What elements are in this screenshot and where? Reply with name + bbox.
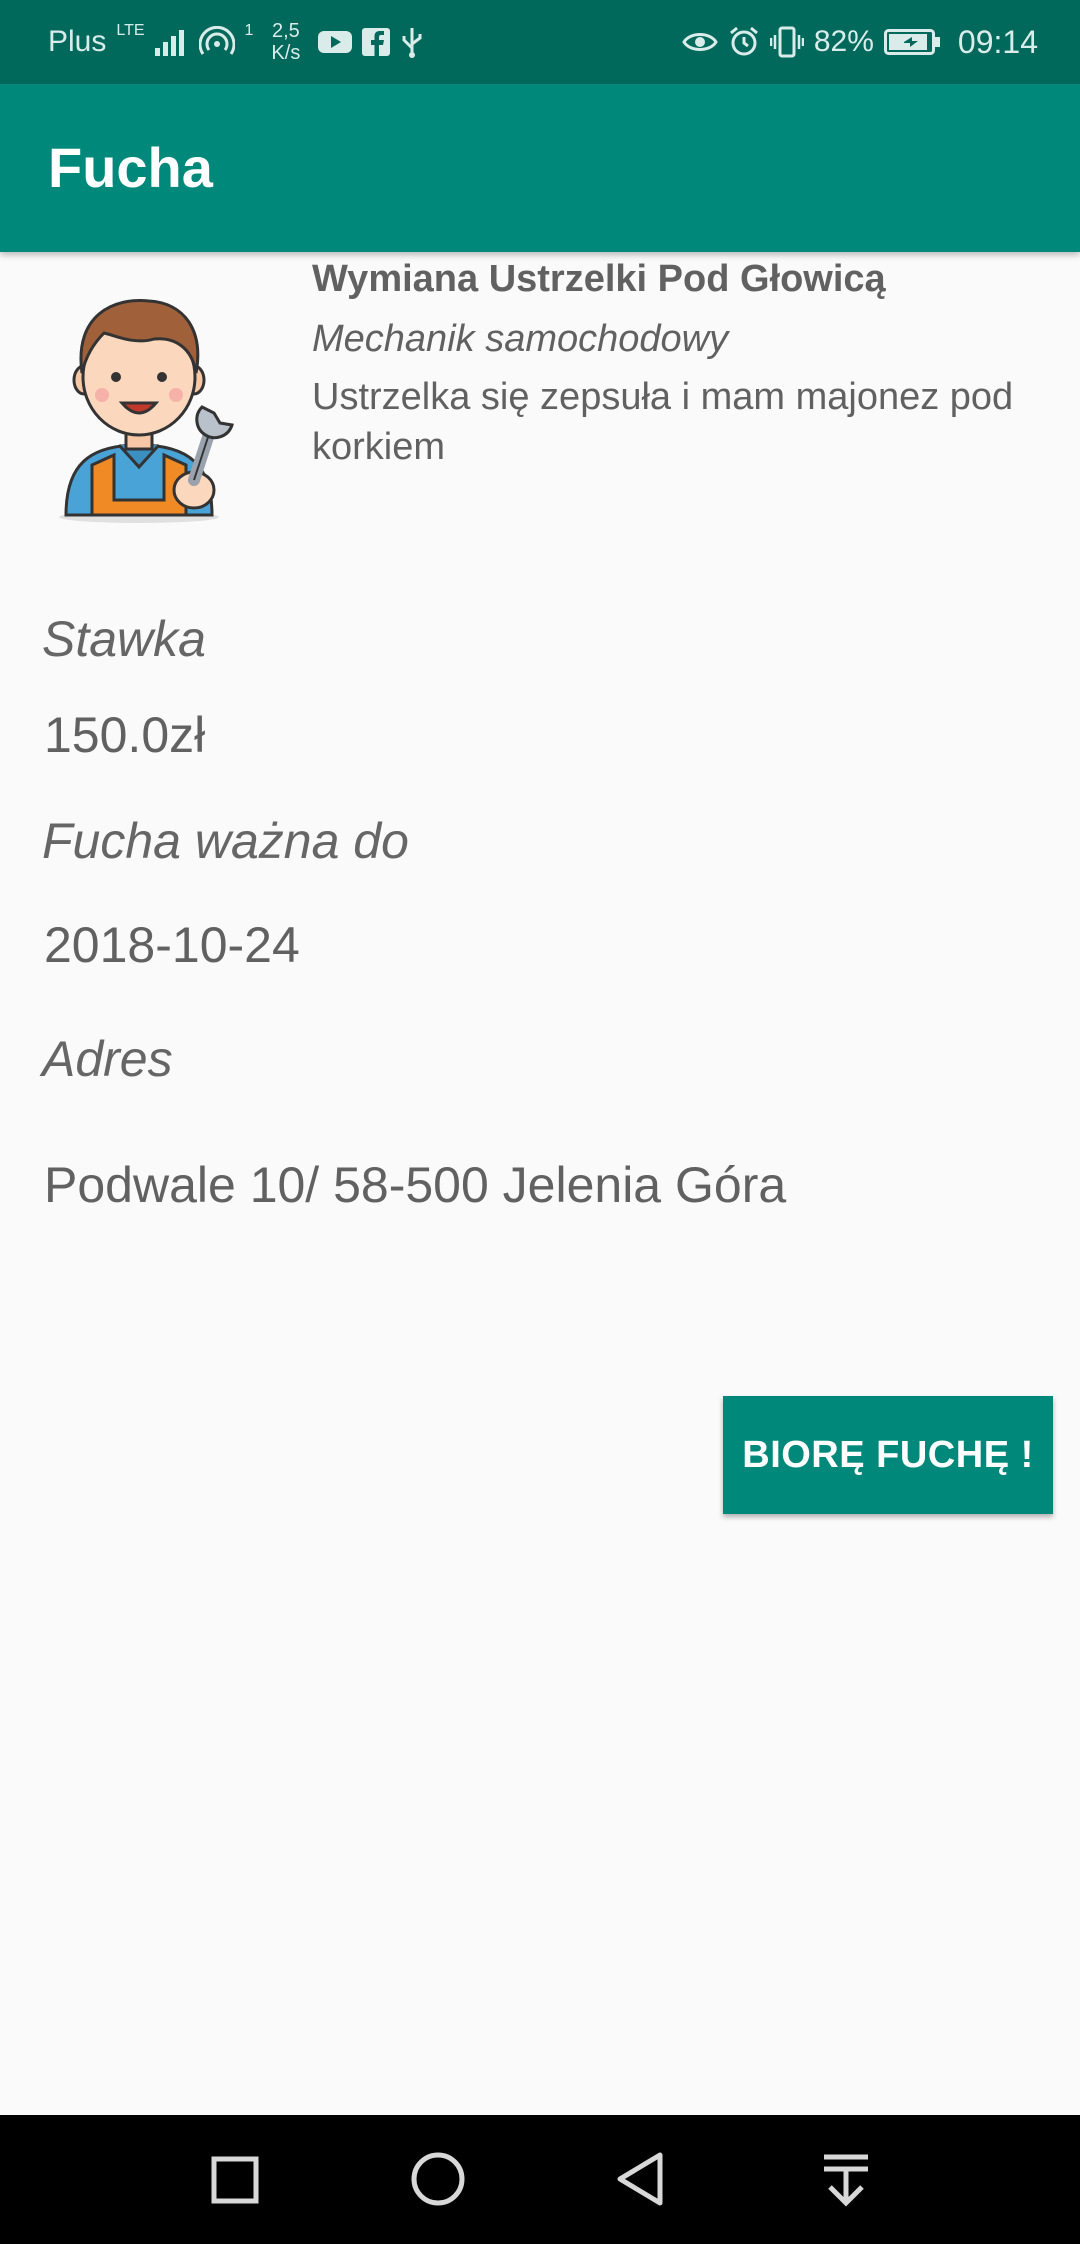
- back-icon[interactable]: [602, 2139, 682, 2219]
- address-label: Adres: [42, 1031, 173, 1087]
- clock: 09:14: [957, 23, 1038, 60]
- hotspot-icon: [198, 26, 235, 55]
- job-description: Ustrzelka się zepsuła i mam majonez pod …: [312, 376, 1014, 468]
- youtube-icon: [318, 31, 353, 53]
- alarm-icon: [729, 26, 758, 56]
- rate-label: Stawka: [42, 611, 206, 667]
- vibrate-icon: [769, 26, 804, 58]
- hotspot-badge: 1: [244, 22, 254, 39]
- battery-icon: [883, 29, 940, 55]
- mechanic-avatar-icon: [59, 298, 234, 523]
- speed-unit: K/s: [271, 42, 301, 64]
- recents-icon[interactable]: [194, 2139, 274, 2219]
- carrier-label: Plus: [48, 25, 107, 58]
- page-title: Fucha: [48, 136, 213, 199]
- status-bar: Plus LTE 1 2,5 K/s 82% 09:14: [0, 0, 1080, 84]
- network-type-label: LTE: [116, 22, 145, 39]
- network-speed: 2,5 K/s: [271, 20, 300, 64]
- address-value: Podwale 10/ 58-500 Jelenia Góra: [44, 1157, 787, 1213]
- system-nav-bar: [0, 2115, 1080, 2244]
- eye-icon: [682, 33, 718, 51]
- speed-value: 2,5: [271, 20, 300, 42]
- signal-icon: [154, 30, 184, 56]
- valid-until-value: 2018-10-24: [44, 917, 300, 973]
- facebook-icon: [362, 28, 391, 56]
- battery-percent: 82%: [813, 25, 874, 58]
- rate-value: 150.0zł: [44, 707, 206, 763]
- notifications-pulldown-icon[interactable]: [806, 2139, 886, 2219]
- valid-until-label: Fucha ważna do: [42, 813, 409, 869]
- job-category: Mechanik samochodowy: [312, 318, 729, 360]
- take-job-button[interactable]: BIORĘ FUCHĘ !: [723, 1396, 1053, 1514]
- job-title: Wymiana Ustrzelki Pod Głowicą: [312, 258, 886, 300]
- usb-icon: [402, 28, 422, 58]
- home-icon[interactable]: [398, 2139, 478, 2219]
- app-bar: Fucha: [0, 84, 1080, 252]
